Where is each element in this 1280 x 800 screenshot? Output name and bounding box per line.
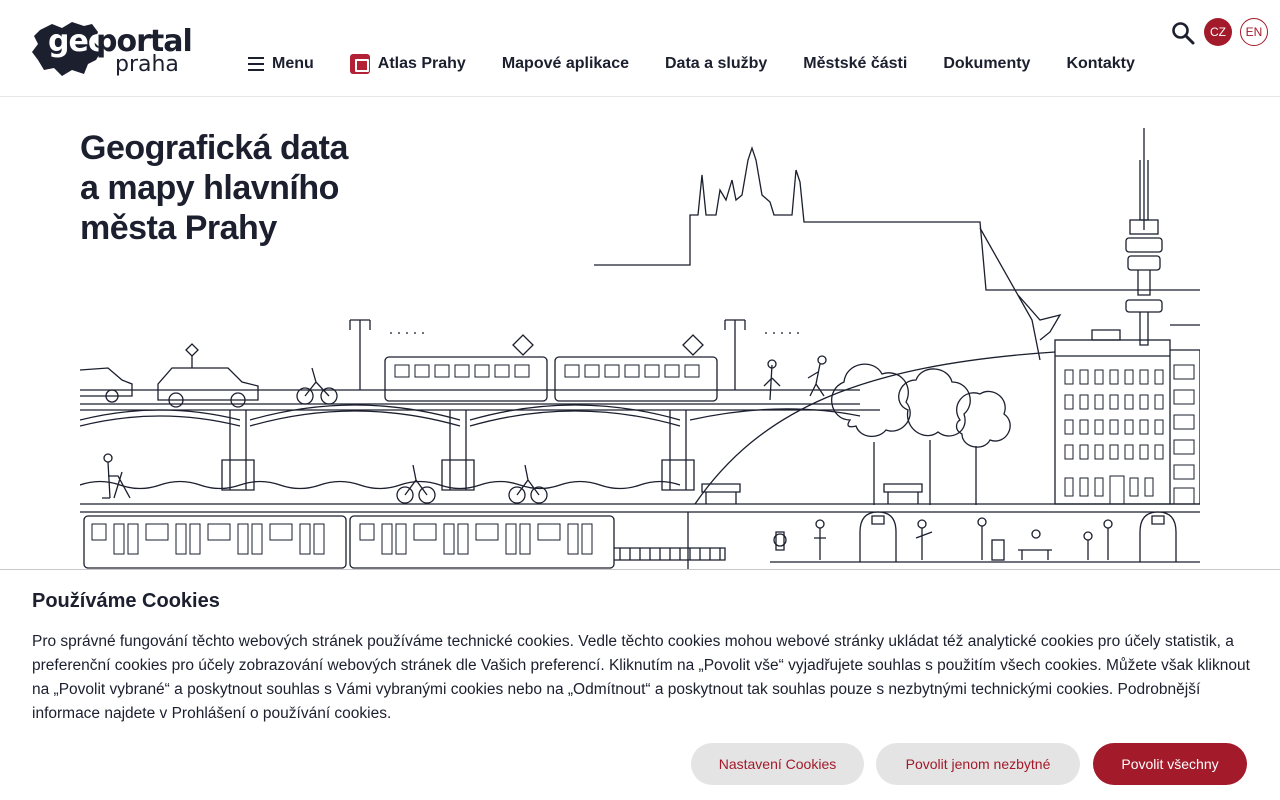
logo-city-text: praha xyxy=(115,52,179,77)
cookie-settings-button[interactable]: Nastavení Cookies xyxy=(691,743,864,785)
search-button[interactable] xyxy=(1171,21,1195,45)
allow-necessary-button[interactable]: Povolit jenom nezbytné xyxy=(876,743,1080,785)
nav-kontakty[interactable]: Kontakty xyxy=(1066,55,1134,73)
atlas-map-icon xyxy=(349,54,370,74)
search-icon xyxy=(1172,22,1195,45)
nav-atlas-label: Atlas Prahy xyxy=(377,55,466,72)
prague-cityscape-illustration xyxy=(80,128,1200,570)
site-header: geo portal praha Menu Atlas Prahy Mapové… xyxy=(0,0,1280,97)
nav-data-a-sluzby[interactable]: Data a služby xyxy=(665,55,767,73)
hamburger-icon xyxy=(248,57,264,71)
cookie-text: Pro správné fungování těchto webových st… xyxy=(32,633,1250,722)
menu-label: Menu xyxy=(272,55,314,72)
lang-cz-button[interactable]: CZ xyxy=(1204,18,1232,46)
nav-dokumenty[interactable]: Dokumenty xyxy=(943,55,1030,73)
lang-en-button[interactable]: EN xyxy=(1240,18,1268,46)
menu-button[interactable]: Menu xyxy=(248,55,314,73)
main-nav: Menu Atlas Prahy Mapové aplikace Data a … xyxy=(248,52,1135,76)
geoportal-logo[interactable]: geo portal praha xyxy=(32,18,193,78)
cookie-banner: Používáme Cookies Pro správné fungování … xyxy=(0,569,1280,800)
nav-mapove-aplikace[interactable]: Mapové aplikace xyxy=(502,55,629,73)
nav-mestske-casti[interactable]: Městské části xyxy=(803,55,907,73)
nav-atlas-prahy[interactable]: Atlas Prahy xyxy=(349,54,466,74)
allow-all-button[interactable]: Povolit všechny xyxy=(1093,743,1247,785)
cookie-title: Používáme Cookies xyxy=(32,590,220,612)
